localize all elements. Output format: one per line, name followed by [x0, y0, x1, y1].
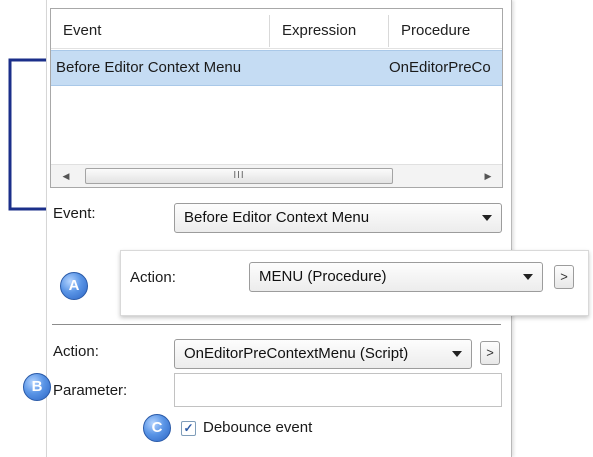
- column-header-expression[interactable]: Expression: [270, 9, 388, 49]
- row-event-cell: Before Editor Context Menu: [56, 59, 242, 76]
- event-dropdown[interactable]: Before Editor Context Menu: [174, 203, 502, 233]
- column-header-event[interactable]: Event: [51, 9, 269, 49]
- event-list-row-selected[interactable]: Before Editor Context Menu OnEditorPreCo: [51, 50, 502, 86]
- scrollbar-thumb[interactable]: III: [85, 168, 393, 184]
- callout-b-badge: B: [23, 373, 51, 401]
- parameter-input[interactable]: [174, 373, 502, 407]
- action-more-button[interactable]: >: [480, 341, 500, 365]
- event-row-connector-line: [8, 58, 51, 211]
- row-procedure-cell: OnEditorPreCo: [389, 59, 491, 76]
- callout-c-badge: C: [143, 414, 171, 442]
- event-label: Event:: [53, 205, 96, 222]
- chevron-down-icon[interactable]: [482, 215, 492, 221]
- event-list[interactable]: Event Expression Procedure Before Editor…: [50, 8, 503, 188]
- chevron-down-icon[interactable]: [452, 351, 462, 357]
- chevron-down-icon[interactable]: [523, 274, 533, 280]
- action-dropdown[interactable]: OnEditorPreContextMenu (Script): [174, 339, 472, 369]
- action-callout-popup: Action: MENU (Procedure) >: [120, 250, 589, 316]
- scroll-left-arrow-icon[interactable]: ◀: [57, 165, 75, 187]
- horizontal-scrollbar[interactable]: ◀ III ▶: [51, 164, 502, 187]
- section-divider: [52, 324, 501, 325]
- column-header-procedure[interactable]: Procedure: [389, 9, 502, 49]
- scroll-thumb-grip-icon: III: [233, 170, 245, 181]
- popup-action-dropdown-value: MENU (Procedure): [259, 268, 387, 285]
- event-dropdown-value: Before Editor Context Menu: [184, 209, 370, 226]
- debounce-label[interactable]: Debounce event: [203, 419, 312, 436]
- scroll-right-arrow-icon[interactable]: ▶: [479, 165, 497, 187]
- popup-action-more-button[interactable]: >: [554, 265, 574, 289]
- event-list-header: Event Expression Procedure: [51, 9, 502, 49]
- action-label: Action:: [53, 343, 99, 360]
- popup-action-label: Action:: [130, 269, 176, 286]
- debounce-checkbox[interactable]: ✓: [181, 421, 196, 436]
- callout-a-badge: A: [60, 272, 88, 300]
- row-expression-cell: [275, 51, 385, 85]
- popup-action-dropdown[interactable]: MENU (Procedure): [249, 262, 543, 292]
- parameter-label: Parameter:: [53, 382, 128, 399]
- action-dropdown-value: OnEditorPreContextMenu (Script): [184, 345, 409, 362]
